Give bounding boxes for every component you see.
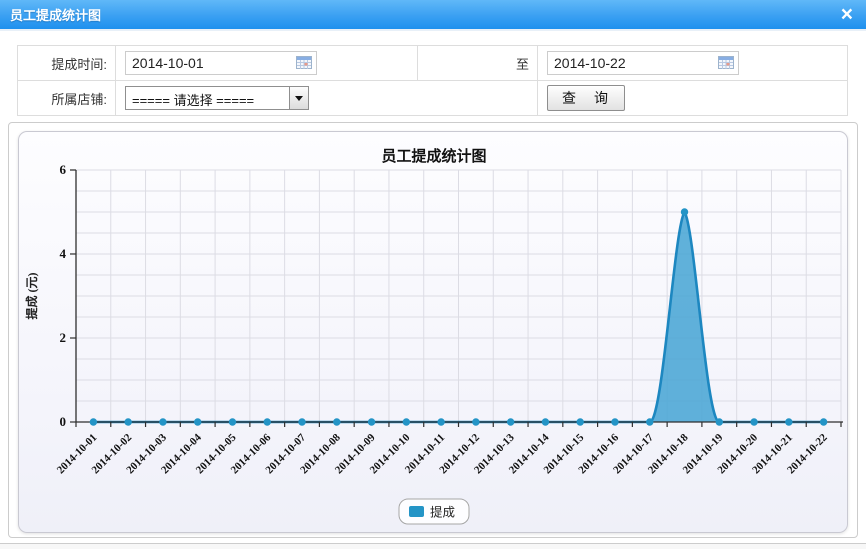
date-range-row: 提成时间: 至 bbox=[18, 46, 848, 81]
from-date-input[interactable] bbox=[125, 51, 317, 75]
y-axis-title: 提成 (元) bbox=[24, 273, 39, 320]
time-label: 提成时间: bbox=[18, 46, 116, 81]
y-axis-labels: 0 2 4 6 bbox=[60, 162, 67, 429]
dialog-title: 员工提成统计图 bbox=[10, 5, 101, 24]
axes bbox=[70, 170, 843, 427]
query-button[interactable]: 查 询 bbox=[547, 85, 625, 111]
store-select[interactable]: ===== 请选择 ===== bbox=[125, 86, 309, 110]
commission-stats-dialog: 员工提成统计图 × 提成时间: 至 bbox=[0, 0, 866, 549]
filter-form: 提成时间: 至 bbox=[17, 45, 848, 116]
query-cell: 查 询 bbox=[538, 81, 848, 116]
calendar-icon[interactable] bbox=[296, 56, 312, 69]
svg-text:2: 2 bbox=[60, 330, 67, 345]
store-row: 所属店铺: ===== 请选择 ===== 查 询 bbox=[18, 81, 848, 116]
page-footer-strip bbox=[0, 543, 866, 549]
commission-chart: 0 2 4 6 2014-10-012014-10-022014-10-032014-1… bbox=[19, 132, 848, 533]
dialog-titlebar: 员工提成统计图 × bbox=[0, 0, 866, 31]
chart-title: 员工提成统计图 bbox=[381, 147, 486, 165]
gridlines bbox=[76, 170, 841, 422]
chart-panel: 0 2 4 6 2014-10-012014-10-022014-10-032014-1… bbox=[18, 131, 848, 533]
from-date-cell bbox=[116, 46, 418, 81]
svg-text:0: 0 bbox=[60, 414, 67, 429]
store-select-value: ===== 请选择 ===== bbox=[126, 87, 289, 109]
close-icon[interactable]: × bbox=[838, 5, 856, 25]
svg-text:6: 6 bbox=[60, 162, 67, 177]
legend-label: 提成 bbox=[430, 505, 455, 520]
store-select-cell: ===== 请选择 ===== bbox=[116, 81, 538, 116]
svg-text:4: 4 bbox=[60, 246, 67, 261]
legend-swatch bbox=[409, 506, 424, 517]
x-axis-labels: 2014-10-012014-10-022014-10-032014-10-04… bbox=[55, 431, 830, 476]
to-date-input[interactable] bbox=[547, 51, 739, 75]
calendar-icon[interactable] bbox=[718, 56, 734, 69]
chart-card: 0 2 4 6 2014-10-012014-10-022014-10-032014-1… bbox=[8, 122, 858, 538]
store-label: 所属店铺: bbox=[18, 81, 116, 116]
legend[interactable]: 提成 bbox=[399, 499, 469, 524]
to-date-cell bbox=[538, 46, 848, 81]
dropdown-arrow-icon[interactable] bbox=[289, 87, 308, 109]
to-label: 至 bbox=[418, 46, 538, 81]
